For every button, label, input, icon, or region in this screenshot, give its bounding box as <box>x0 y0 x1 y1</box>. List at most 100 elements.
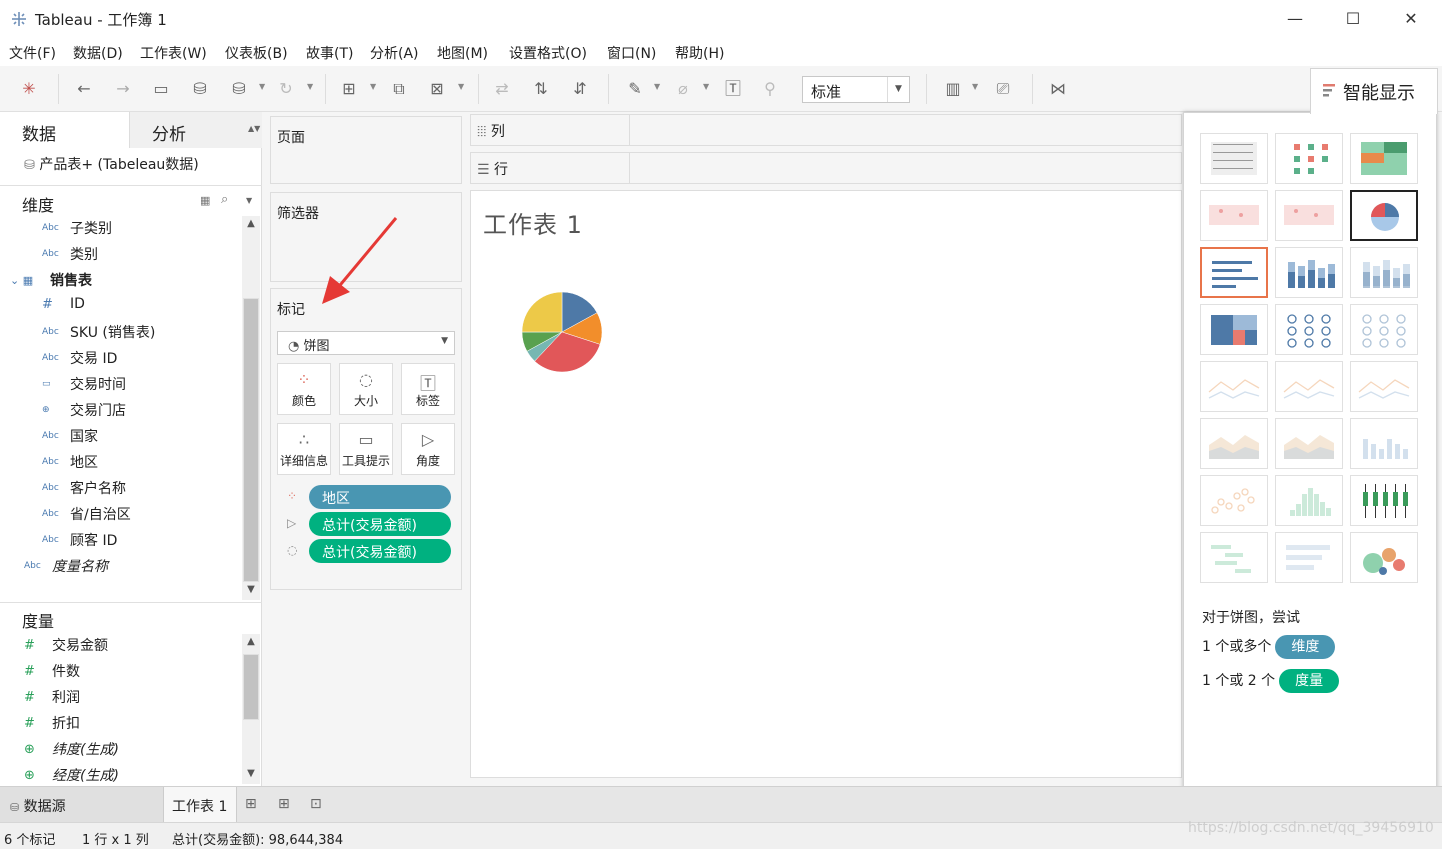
pages-shelf[interactable]: 页面 <box>270 116 462 184</box>
menu-story[interactable]: 故事(T) <box>306 43 353 63</box>
pie-slice[interactable] <box>521 291 563 333</box>
menu-analysis[interactable]: 分析(A) <box>370 43 419 63</box>
table-folder[interactable]: ⌄ ▦ 销售表 <box>10 270 92 292</box>
share-icon[interactable]: ⋈ <box>1047 78 1069 100</box>
chart-type-area[interactable] <box>1200 418 1268 469</box>
duplicate-sheet-icon[interactable]: ⧉ <box>388 78 410 100</box>
worksheet-title[interactable]: 工作表 1 <box>483 205 583 240</box>
highlight-icon[interactable]: ✎ <box>624 78 646 100</box>
new-worksheet-icon[interactable]: ⊞ <box>338 78 360 100</box>
dimension-field[interactable]: Abc SKU (销售表) <box>42 322 155 344</box>
sort-ascending-icon[interactable]: ⇅ <box>530 78 552 100</box>
new-worksheet-icon[interactable]: ⊞ <box>245 787 267 823</box>
chevron-down-icon[interactable]: ▼ <box>458 82 464 91</box>
menu-worksheet[interactable]: 工作表(W) <box>140 43 207 63</box>
dimension-field[interactable]: Abc 交易 ID <box>42 348 117 370</box>
new-story-icon[interactable]: ⊡ <box>310 787 332 823</box>
menu-map[interactable]: 地图(M) <box>437 43 488 63</box>
rows-shelf[interactable]: ☰ 行 <box>470 152 1182 184</box>
menu-format[interactable]: 设置格式(O) <box>509 43 587 63</box>
chart-type-hbar[interactable] <box>1200 247 1268 298</box>
pill-sum-amount-angle[interactable]: 总计(交易金额) <box>309 512 451 536</box>
menu-file[interactable]: 文件(F) <box>9 43 56 63</box>
dimension-field[interactable]: ▭ 交易时间 <box>42 374 126 396</box>
chevron-down-icon[interactable]: ▼ <box>703 82 709 91</box>
chart-type-lines3[interactable] <box>1350 361 1418 412</box>
clear-sheet-icon[interactable]: ⊠ <box>426 78 448 100</box>
new-datasource-icon[interactable]: ⛁ <box>189 78 211 100</box>
menu-data[interactable]: 数据(D) <box>73 43 123 63</box>
color-button[interactable]: ⁘ 颜色 <box>277 363 331 415</box>
measure-field[interactable]: ⊕ 经度(生成) <box>24 765 119 787</box>
chart-type-highlight[interactable] <box>1350 133 1418 184</box>
chart-type-area2[interactable] <box>1275 418 1343 469</box>
chart-type-boxplot[interactable] <box>1350 475 1418 526</box>
measures-scrollbar[interactable]: ▲ ▼ <box>242 634 260 784</box>
swap-icon[interactable]: ⇄ <box>491 78 513 100</box>
chart-type-histogram[interactable] <box>1275 475 1343 526</box>
dimension-field[interactable]: Abc 类别 <box>42 244 98 266</box>
chart-type-filledmap[interactable] <box>1275 190 1343 241</box>
chart-type-circles[interactable] <box>1275 304 1343 355</box>
view-list-icon[interactable]: ▦ <box>200 194 210 207</box>
close-button[interactable]: ✕ <box>1388 6 1434 32</box>
scroll-thumb[interactable] <box>243 298 259 582</box>
tab-data[interactable]: 数据 <box>0 112 129 148</box>
refresh-icon[interactable]: ↻ <box>275 78 297 100</box>
chart-type-bullet[interactable] <box>1275 532 1343 583</box>
measure-field[interactable]: # 交易金额 <box>24 635 108 657</box>
tableau-home-icon[interactable]: ✳ <box>18 78 40 100</box>
angle-button[interactable]: ▷ 角度 <box>401 423 455 475</box>
tab-analysis[interactable]: 分析 ▲▼ <box>129 112 262 148</box>
dimension-field[interactable]: Abc 省/自治区 <box>42 504 131 526</box>
chart-type-heat[interactable] <box>1275 133 1343 184</box>
maximize-button[interactable]: ☐ <box>1330 6 1376 32</box>
chart-type-pie[interactable] <box>1350 190 1418 241</box>
measure-field[interactable]: # 利润 <box>24 687 80 709</box>
dimension-field[interactable]: Abc 国家 <box>42 426 98 448</box>
redo-icon[interactable]: → <box>112 78 134 100</box>
columns-shelf[interactable]: ⦙⦙⦙ 列 <box>470 114 1182 146</box>
chart-type-treemap[interactable] <box>1200 304 1268 355</box>
pill-region[interactable]: 地区 <box>309 485 451 509</box>
pause-updates-icon[interactable]: ⛁ <box>228 78 250 100</box>
pin-icon[interactable]: ⚲ <box>759 78 781 100</box>
dimension-field[interactable]: # ID <box>42 296 85 318</box>
measure-field[interactable]: # 折扣 <box>24 713 80 735</box>
label-button[interactable]: 🅃 标签 <box>401 363 455 415</box>
datasource-item[interactable]: ⛁ 产品表+ (Tabeleau数据) <box>24 154 199 174</box>
chevron-down-icon[interactable]: ▼ <box>654 82 660 91</box>
group-icon[interactable]: ⌀ <box>672 78 694 100</box>
minimize-button[interactable]: — <box>1272 6 1318 32</box>
scroll-up-icon[interactable]: ▲ <box>242 636 260 647</box>
measure-field[interactable]: # 件数 <box>24 661 80 683</box>
menu-dashboard[interactable]: 仪表板(B) <box>225 43 288 63</box>
size-button[interactable]: ◌ 大小 <box>339 363 393 415</box>
new-dashboard-icon[interactable]: ⊞ <box>278 787 300 823</box>
chart-type-text[interactable] <box>1200 133 1268 184</box>
scroll-thumb[interactable] <box>243 654 259 720</box>
presentation-mode-icon[interactable]: ⎚ <box>992 78 1014 100</box>
pill-sum-amount-size[interactable]: 总计(交易金额) <box>309 539 451 563</box>
worksheet-view[interactable]: 工作表 1 <box>470 190 1182 778</box>
chart-type-scatter[interactable] <box>1200 475 1268 526</box>
measure-field[interactable]: ⊕ 纬度(生成) <box>24 739 119 761</box>
fit-select[interactable]: 标准 ▼ <box>802 76 910 103</box>
undo-icon[interactable]: ← <box>73 78 95 100</box>
chart-type-sidebar[interactable] <box>1350 247 1418 298</box>
menu-help[interactable]: 帮助(H) <box>675 43 724 63</box>
dimension-field[interactable]: Abc 地区 <box>42 452 98 474</box>
chart-type-stackbar[interactable] <box>1275 247 1343 298</box>
tab-datasource[interactable]: ⛁ 数据源 <box>0 787 163 823</box>
sort-descending-icon[interactable]: ⇵ <box>569 78 591 100</box>
chart-type-gantt[interactable] <box>1200 532 1268 583</box>
chart-type-symbolmap[interactable] <box>1200 190 1268 241</box>
chevron-down-icon[interactable]: ▼ <box>972 82 978 91</box>
chart-type-lines2[interactable] <box>1275 361 1343 412</box>
show-me-button[interactable]: 智能显示 <box>1310 68 1438 114</box>
labels-icon[interactable]: 🅃 <box>722 78 744 100</box>
scroll-down-icon[interactable]: ▼ <box>242 768 260 779</box>
dimension-field[interactable]: Abc 顾客 ID <box>42 530 117 552</box>
pie-chart[interactable] <box>517 287 607 377</box>
chart-type-bubbles[interactable] <box>1350 532 1418 583</box>
